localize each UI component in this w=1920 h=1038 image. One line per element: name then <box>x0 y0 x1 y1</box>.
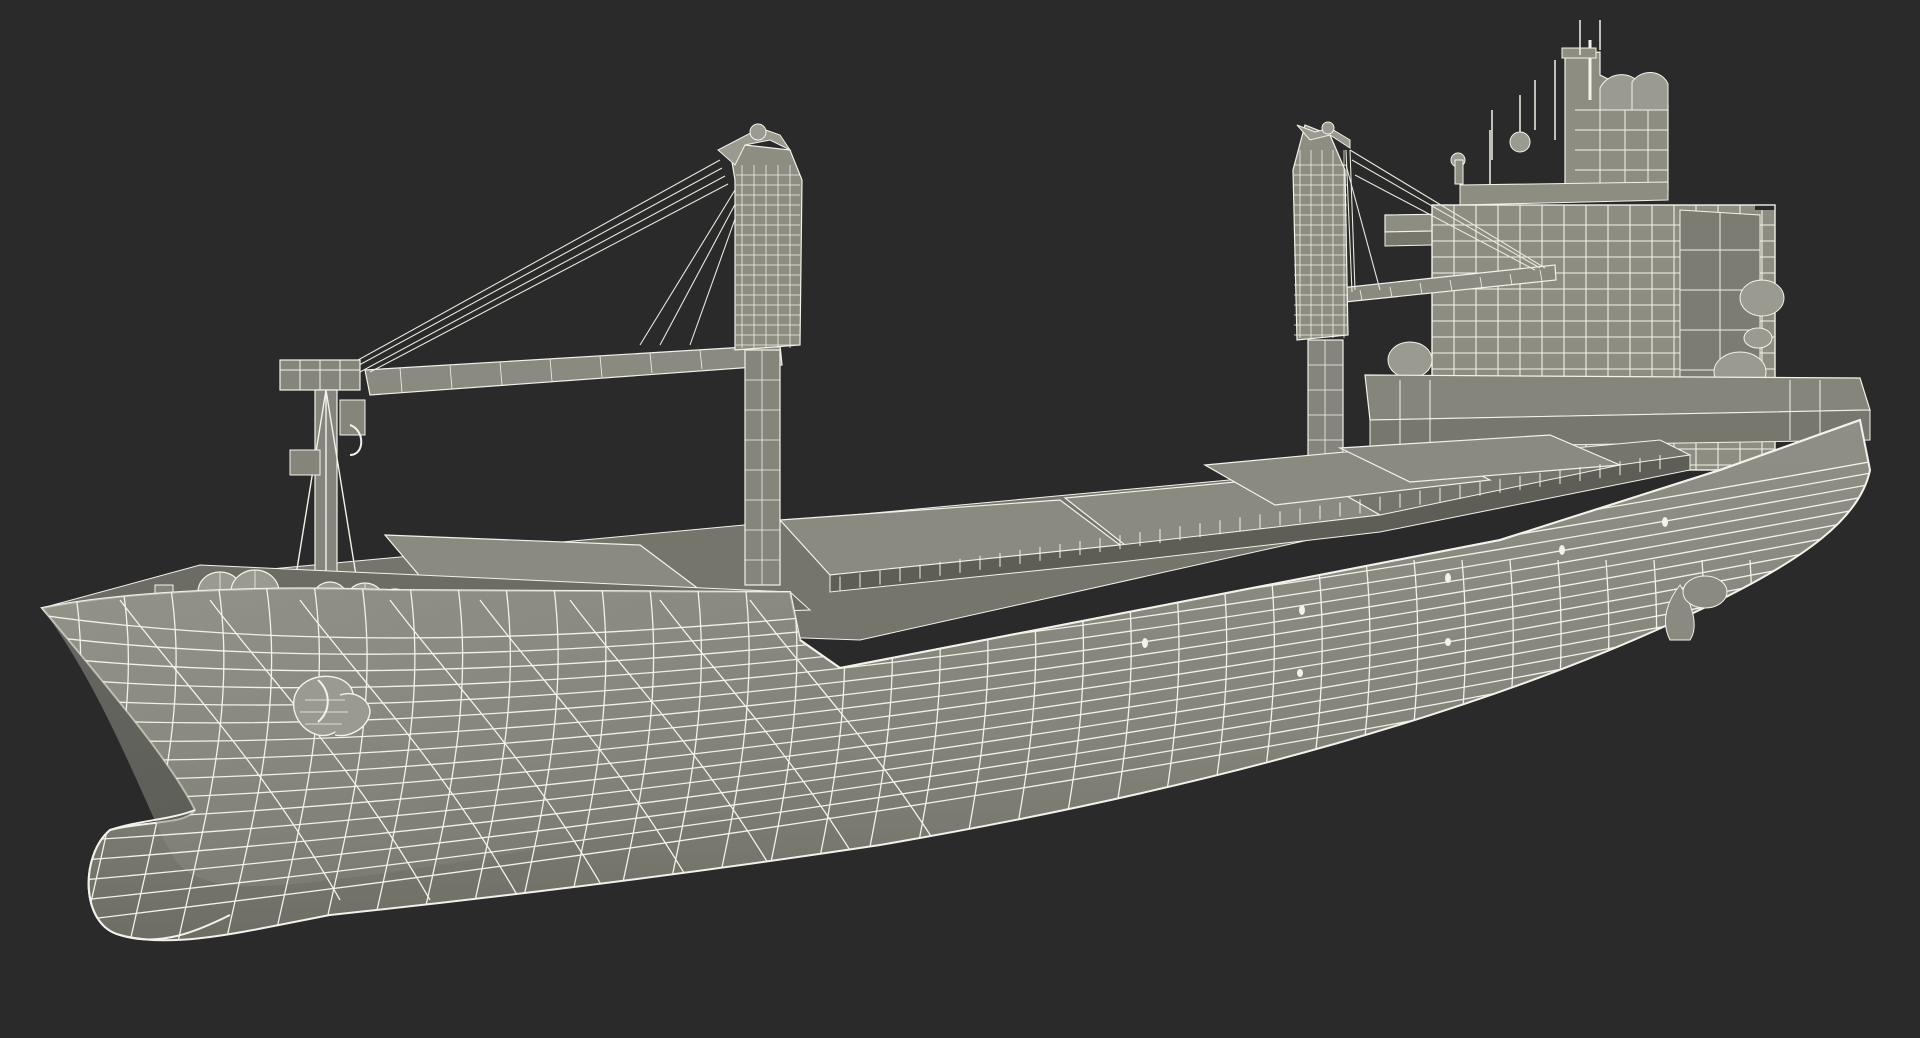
ship-render <box>0 0 1920 1038</box>
viewport <box>0 0 1920 1038</box>
